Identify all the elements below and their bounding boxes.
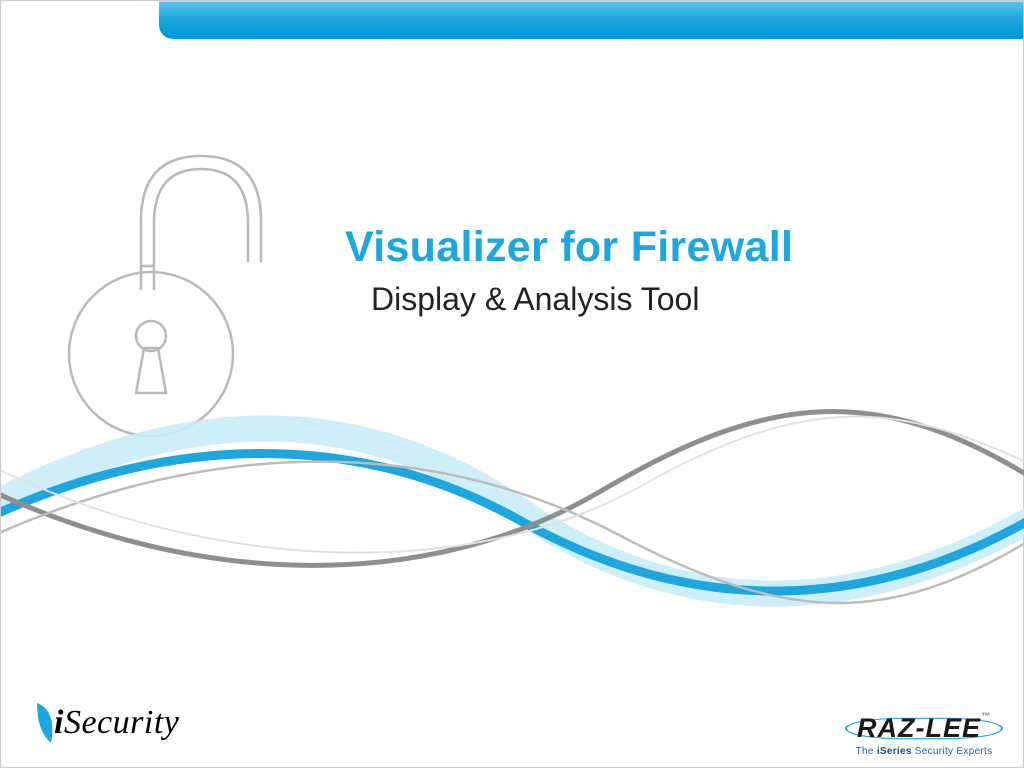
- slide-title: Visualizer for Firewall: [345, 223, 793, 272]
- header-accent-bar: [159, 1, 1023, 39]
- razlee-logo-badge: RAZ-LEE™: [845, 709, 1003, 748]
- razlee-name: RAZ-LEE™: [857, 713, 991, 743]
- isecurity-logo: iSecurity: [31, 701, 179, 745]
- decorative-waves: [1, 391, 1024, 651]
- slide-subtitle: Display & Analysis Tool: [371, 281, 699, 318]
- isecurity-logo-text: iSecurity: [54, 704, 179, 742]
- razlee-logo: RAZ-LEE™ The iSeries Security Experts: [845, 709, 1003, 757]
